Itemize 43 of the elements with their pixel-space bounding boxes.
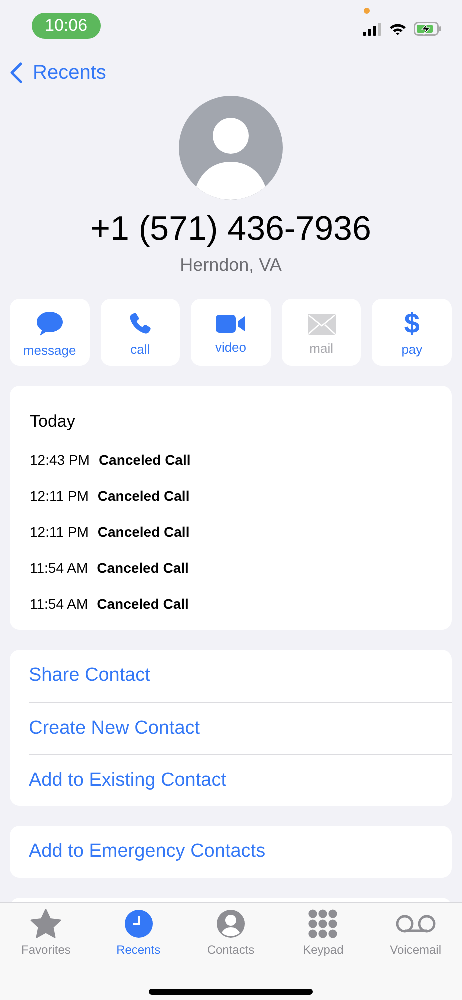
privacy-indicator-icon xyxy=(364,8,370,14)
contact-option-link[interactable]: Create New Contact xyxy=(29,702,452,754)
speech-bubble-icon xyxy=(36,311,64,337)
signal-icon xyxy=(363,22,382,36)
keypad-icon xyxy=(308,909,338,939)
call-status: Canceled Call xyxy=(98,524,190,540)
keypad-tab[interactable]: Keypad xyxy=(277,903,370,963)
dollar-icon: $ xyxy=(404,312,420,336)
message-button[interactable]: message xyxy=(10,299,90,366)
avatar-icon xyxy=(179,96,283,200)
call-time: 11:54 AM xyxy=(30,596,88,612)
location-text: Herndon, VA xyxy=(180,255,282,276)
video-button[interactable]: video xyxy=(191,299,271,366)
call-status: Canceled Call xyxy=(98,452,191,468)
envelope-icon xyxy=(308,314,336,334)
voicemail-tab[interactable]: Voicemail xyxy=(370,903,462,963)
call-status: Canceled Call xyxy=(97,596,189,612)
recents-tab[interactable]: Recents xyxy=(92,903,185,963)
call-status: Canceled Call xyxy=(97,560,189,576)
phone-icon xyxy=(128,312,152,336)
wifi-icon xyxy=(389,22,407,36)
call-time: 11:54 AM xyxy=(30,560,88,576)
call-status: Canceled Call xyxy=(98,488,190,504)
contact-option-link[interactable]: Share Contact xyxy=(29,650,452,702)
contact-option-link[interactable]: Add to Existing Contact xyxy=(29,754,452,806)
date-heading: Today xyxy=(30,412,76,432)
battery-charging-icon xyxy=(414,22,442,36)
video-camera-icon xyxy=(216,314,246,334)
call-button[interactable]: call xyxy=(100,299,180,366)
contacts-tab[interactable]: Contacts xyxy=(184,903,278,963)
call-time: 12:11 PM xyxy=(30,488,89,504)
chevron-left-icon xyxy=(10,62,23,84)
person-circle-icon xyxy=(216,909,246,939)
star-icon xyxy=(30,909,62,939)
back-button[interactable]: Recents xyxy=(10,62,106,84)
pay-button[interactable]: $ pay xyxy=(372,299,452,366)
phone-number: +1 (571) 436-7936 xyxy=(90,210,372,249)
emergency-contacts-link[interactable]: Add to Emergency Contacts xyxy=(29,826,452,878)
call-time: 12:43 PM xyxy=(30,452,90,468)
favorites-tab[interactable]: Favorites xyxy=(0,903,92,963)
clock-icon xyxy=(124,909,154,939)
call-time: 12:11 PM xyxy=(30,524,89,540)
status-time: 10:06 xyxy=(32,12,101,38)
